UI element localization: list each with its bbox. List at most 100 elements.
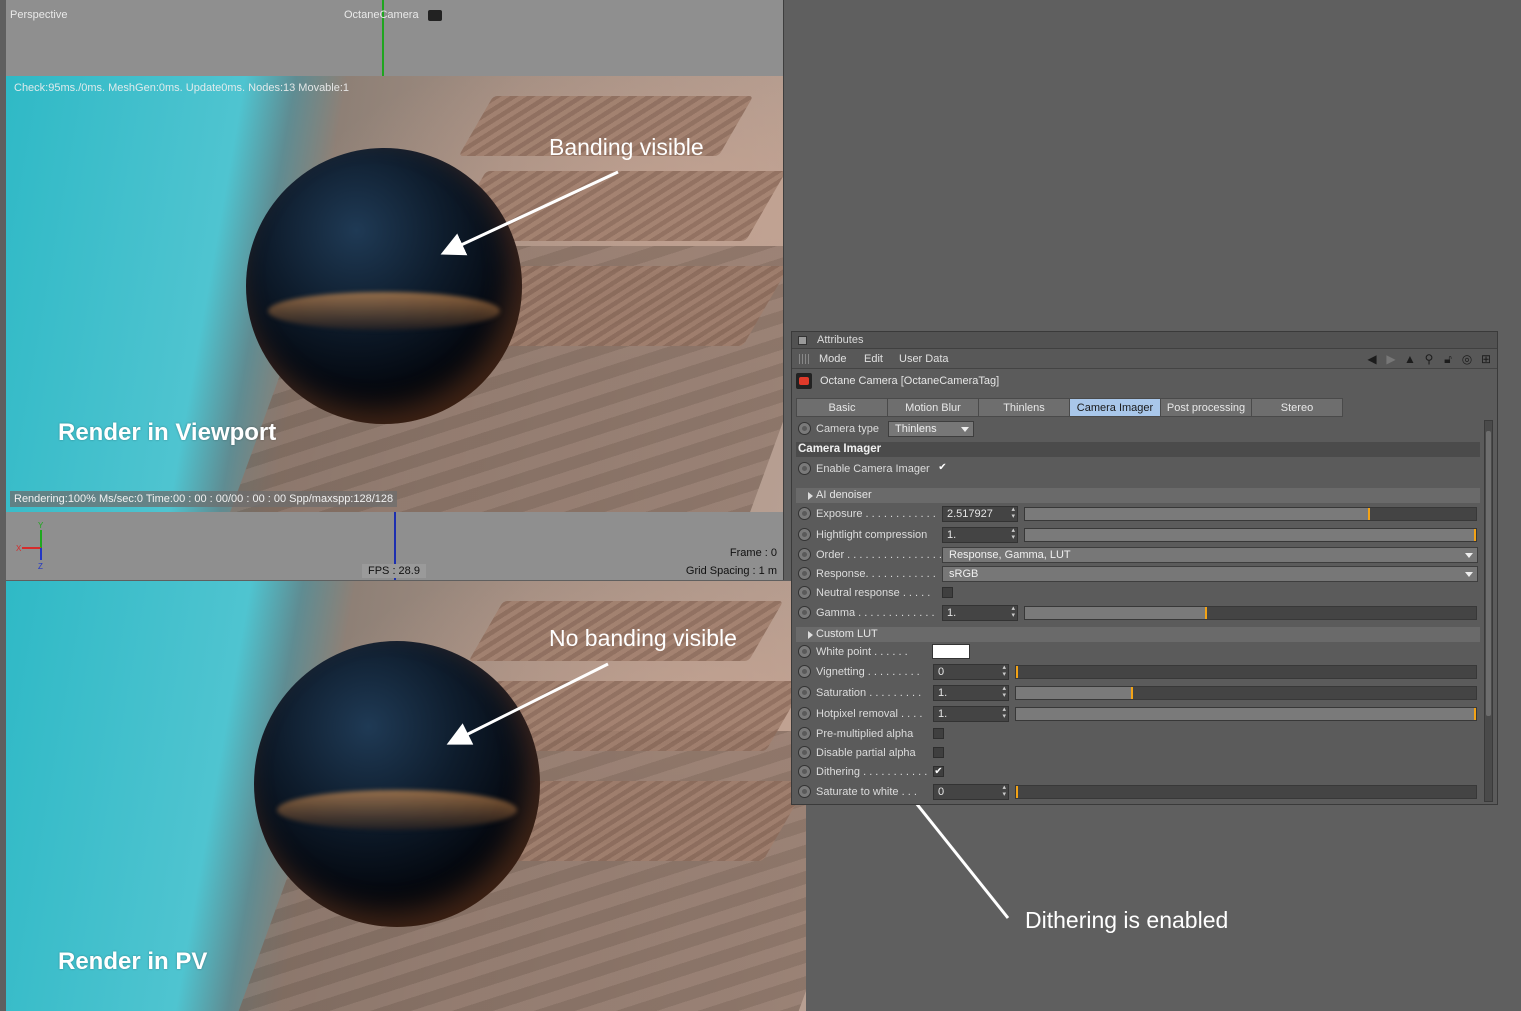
disable-partial-alpha-checkbox[interactable] xyxy=(933,747,944,758)
fps-readout: FPS : 28.9 xyxy=(362,564,426,578)
saturate-to-white-slider[interactable] xyxy=(1015,785,1477,799)
pv-render: No banding visible Render in PV xyxy=(6,581,806,1011)
search-icon[interactable]: ⚲ xyxy=(1422,352,1436,366)
attributes-panel[interactable]: Attributes Mode Edit User Data ◀ ▶ ▲ ⚲ 🔓… xyxy=(791,331,1498,805)
animate-radio[interactable] xyxy=(798,606,811,619)
target-icon[interactable]: ◎ xyxy=(1460,352,1474,366)
menu-user-data[interactable]: User Data xyxy=(899,353,949,365)
animate-radio[interactable] xyxy=(798,727,811,740)
ai-denoiser-group[interactable]: AI denoiser xyxy=(796,488,1480,503)
neutral-response-checkbox[interactable] xyxy=(942,587,953,598)
enable-camera-imager-checkbox[interactable]: ✔ xyxy=(937,463,948,474)
axis-label-z: Z xyxy=(38,562,43,570)
animate-radio[interactable] xyxy=(798,567,811,580)
viewport-panel[interactable]: Perspective OctaneCamera Check:95ms./0ms… xyxy=(6,0,784,580)
tab-stereo[interactable]: Stereo xyxy=(1251,398,1343,417)
gamma-field[interactable]: 1. xyxy=(942,605,1018,621)
response-dropdown[interactable]: sRGB xyxy=(942,566,1478,582)
dithering-label: Dithering . . . . . . . . . . . xyxy=(816,766,928,778)
up-arrow-icon[interactable]: ▲ xyxy=(1403,352,1417,366)
new-panel-icon[interactable]: ⊞ xyxy=(1479,352,1493,366)
enable-camera-imager-label: Enable Camera Imager xyxy=(816,463,930,475)
camera-name[interactable]: OctaneCamera xyxy=(344,9,419,21)
hotpixel-removal-field[interactable]: 1. xyxy=(933,706,1009,722)
menu-mode[interactable]: Mode xyxy=(819,353,847,365)
tab-basic[interactable]: Basic xyxy=(796,398,888,417)
disable-partial-alpha-label: Disable partial alpha xyxy=(816,747,916,759)
attributes-title-bar[interactable]: Attributes xyxy=(792,332,1497,349)
camera-type-label: Camera type xyxy=(816,423,879,435)
animate-radio[interactable] xyxy=(798,707,811,720)
tab-camera-imager[interactable]: Camera Imager xyxy=(1069,398,1161,417)
animate-radio[interactable] xyxy=(798,785,811,798)
animate-radio[interactable] xyxy=(798,586,811,599)
tab-motion-blur[interactable]: Motion Blur xyxy=(887,398,979,417)
attributes-scrollbar[interactable] xyxy=(1484,420,1493,802)
hotpixel-removal-label: Hotpixel removal . . . . xyxy=(816,708,923,720)
vignetting-field[interactable]: 0 xyxy=(933,664,1009,680)
hotpixel-removal-row: Hotpixel removal . . . . 1. xyxy=(796,705,1480,724)
back-arrow-icon[interactable]: ◀ xyxy=(1365,352,1379,366)
disable-partial-alpha-row: Disable partial alpha xyxy=(796,744,1480,763)
panel-menu-icon[interactable] xyxy=(798,336,807,345)
tab-thinlens[interactable]: Thinlens xyxy=(978,398,1070,417)
grip-icon[interactable] xyxy=(799,354,810,364)
scene-stats: Check:95ms./0ms. MeshGen:0ms. Update0ms.… xyxy=(14,82,350,94)
animate-radio[interactable] xyxy=(798,765,811,778)
animate-radio[interactable] xyxy=(798,422,811,435)
animate-radio[interactable] xyxy=(798,462,811,475)
frame-counter: Frame : 0 xyxy=(729,547,777,559)
highlight-compression-slider[interactable] xyxy=(1024,528,1477,542)
white-point-color-swatch[interactable] xyxy=(932,644,970,659)
tab-post-processing[interactable]: Post processing xyxy=(1160,398,1252,417)
camera-type-row: Camera type Thinlens xyxy=(796,420,1480,439)
vignetting-row: Vignetting . . . . . . . . . 0 xyxy=(796,663,1480,682)
chrome-sphere xyxy=(246,148,522,424)
animate-radio[interactable] xyxy=(798,548,811,561)
attributes-title: Attributes xyxy=(817,334,864,346)
tab-bar: Basic Motion Blur Thinlens Camera Imager… xyxy=(796,398,1343,417)
animate-radio[interactable] xyxy=(798,686,811,699)
animate-radio[interactable] xyxy=(798,528,811,541)
lock-icon[interactable]: 🔓︎ xyxy=(1441,352,1455,366)
premultiplied-alpha-label: Pre-multiplied alpha xyxy=(816,728,914,740)
gamma-slider[interactable] xyxy=(1024,606,1477,620)
exposure-slider[interactable] xyxy=(1024,507,1477,521)
vignetting-slider[interactable] xyxy=(1015,665,1477,679)
section-header: Camera Imager xyxy=(796,442,1480,457)
order-label: Order . . . . . . . . . . . . . . . . . xyxy=(816,549,949,561)
exposure-label: Exposure . . . . . . . . . . . . xyxy=(816,508,936,520)
animate-radio[interactable] xyxy=(798,507,811,520)
camera-type-dropdown[interactable]: Thinlens xyxy=(888,421,974,437)
saturate-to-white-field[interactable]: 0 xyxy=(933,784,1009,800)
dithering-checkbox[interactable]: ✔ xyxy=(933,766,944,777)
hotpixel-removal-slider[interactable] xyxy=(1015,707,1477,721)
forward-arrow-icon[interactable]: ▶ xyxy=(1384,352,1398,366)
custom-lut-group[interactable]: Custom LUT xyxy=(796,627,1480,642)
animate-radio[interactable] xyxy=(798,645,811,658)
saturation-label: Saturation . . . . . . . . . xyxy=(816,687,922,699)
exposure-field[interactable]: 2.517927 xyxy=(942,506,1018,522)
scrollbar-thumb[interactable] xyxy=(1486,431,1491,716)
saturate-to-white-label: Saturate to white . . . xyxy=(816,786,917,798)
no-banding-annotation: No banding visible xyxy=(549,625,737,651)
animate-radio[interactable] xyxy=(798,746,811,759)
viewport-caption: Render in Viewport xyxy=(58,419,277,446)
viewport-render: Check:95ms./0ms. MeshGen:0ms. Update0ms.… xyxy=(6,76,783,512)
premultiplied-alpha-checkbox[interactable] xyxy=(933,728,944,739)
viewport-footer: Y X Z Frame : 0 FPS : 28.9 Grid Spacing … xyxy=(6,512,783,580)
neutral-response-row: Neutral response . . . . . xyxy=(796,584,1480,603)
menu-edit[interactable]: Edit xyxy=(864,353,883,365)
camera-icon[interactable] xyxy=(428,10,442,21)
animate-radio[interactable] xyxy=(798,665,811,678)
premultiplied-alpha-row: Pre-multiplied alpha xyxy=(796,725,1480,744)
order-dropdown[interactable]: Response, Gamma, LUT xyxy=(942,547,1478,563)
enable-camera-imager-row: Enable Camera Imager ✔ xyxy=(796,460,1480,479)
view-name[interactable]: Perspective xyxy=(10,9,67,21)
chrome-sphere xyxy=(254,641,540,927)
saturation-slider[interactable] xyxy=(1015,686,1477,700)
highlight-compression-row: Hightlight compression 1. xyxy=(796,526,1480,545)
highlight-compression-field[interactable]: 1. xyxy=(942,527,1018,543)
white-point-row: White point . . . . . . xyxy=(796,643,1480,662)
saturation-field[interactable]: 1. xyxy=(933,685,1009,701)
